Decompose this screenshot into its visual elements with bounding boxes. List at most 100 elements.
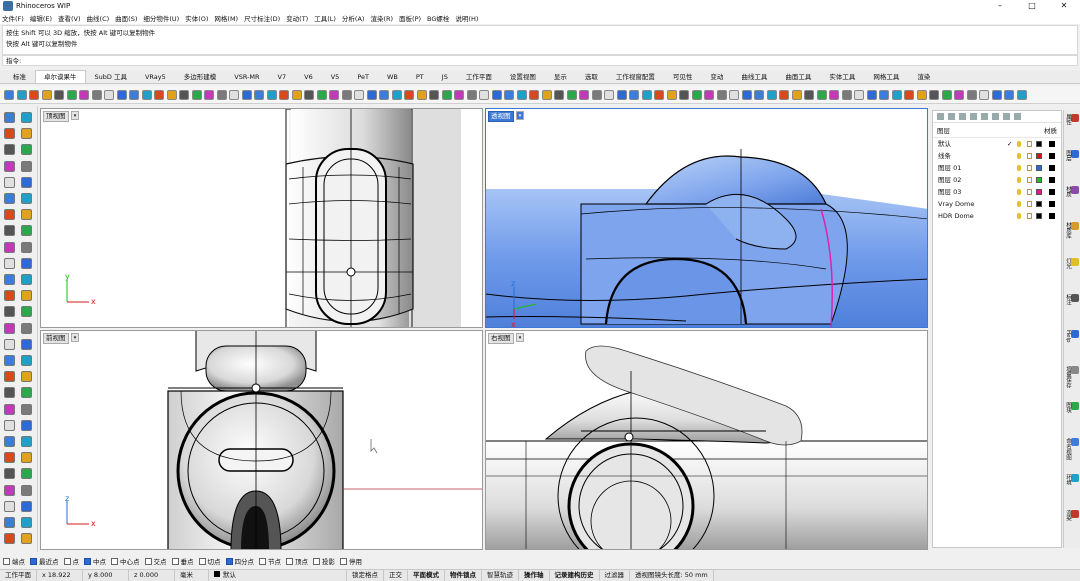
toolbar-tool-icon[interactable] xyxy=(429,89,439,100)
menu-item[interactable]: 变动(T) xyxy=(286,13,308,23)
side-tab[interactable]: 材质 xyxy=(1065,186,1079,197)
toolbar-tab[interactable]: PeT xyxy=(348,70,378,83)
toolbar-tool-icon[interactable] xyxy=(566,89,577,100)
menu-item[interactable]: 实体(O) xyxy=(185,13,208,23)
side-tab[interactable]: 材质库 xyxy=(1065,222,1079,239)
side-tab[interactable]: 渲染 xyxy=(1065,510,1079,521)
layer-material-swatch[interactable] xyxy=(1049,165,1055,171)
left-tool-icon[interactable] xyxy=(21,468,32,480)
lock-icon[interactable] xyxy=(1027,153,1032,159)
toolbar-tool-icon[interactable] xyxy=(629,89,639,100)
layer-material-swatch[interactable] xyxy=(1049,201,1055,207)
menu-item[interactable]: 曲面(S) xyxy=(115,13,137,23)
command-input[interactable]: 指令: xyxy=(2,55,1078,66)
toolbar-tool-icon[interactable] xyxy=(466,89,477,100)
toolbar-tool-icon[interactable] xyxy=(279,89,289,100)
toolbar-tool-icon[interactable] xyxy=(41,89,52,100)
left-tool-icon[interactable] xyxy=(21,112,32,123)
visibility-bulb-icon[interactable] xyxy=(1017,165,1021,171)
lock-icon[interactable] xyxy=(1027,177,1032,183)
layer-color-swatch[interactable] xyxy=(1036,153,1042,159)
toolbar-tool-icon[interactable] xyxy=(891,89,902,100)
left-tool-icon[interactable] xyxy=(21,500,32,512)
toolbar-tool-icon[interactable] xyxy=(4,89,14,100)
status-toggle[interactable]: 平面模式 xyxy=(408,570,445,581)
menu-item[interactable]: BG螺栓 xyxy=(427,13,449,23)
toolbar-tool-icon[interactable] xyxy=(716,89,727,100)
osnap-checkbox[interactable] xyxy=(84,557,91,565)
menu-item[interactable]: 查看(V) xyxy=(58,13,81,23)
toolbar-tool-icon[interactable] xyxy=(654,89,664,100)
new-layer-icon[interactable] xyxy=(937,113,944,120)
delete-layer-icon[interactable] xyxy=(959,113,966,120)
osnap-checkbox[interactable] xyxy=(286,557,293,565)
toolbar-tool-icon[interactable] xyxy=(829,89,839,100)
osnap-checkbox[interactable] xyxy=(225,557,233,565)
osnap-checkbox[interactable] xyxy=(313,557,320,565)
osnap-option[interactable]: 端点 xyxy=(3,556,25,566)
left-tool-icon[interactable] xyxy=(21,257,32,269)
toolbar-tool-icon[interactable] xyxy=(254,89,264,100)
left-tool-icon[interactable] xyxy=(21,403,32,415)
layer-color-swatch[interactable] xyxy=(1036,189,1042,195)
osnap-option[interactable]: 四分点 xyxy=(225,556,254,566)
toolbar-tool-icon[interactable] xyxy=(116,89,127,100)
status-toggle[interactable]: 过滤器 xyxy=(600,570,630,581)
status-cplane[interactable]: 工作平面 xyxy=(0,570,37,581)
status-toggle[interactable]: 物件锁点 xyxy=(445,570,482,581)
toolbar-tool-icon[interactable] xyxy=(141,89,152,100)
chevron-down-icon[interactable]: ▾ xyxy=(516,333,524,342)
toolbar-tool-icon[interactable] xyxy=(291,89,302,100)
osnap-checkbox[interactable] xyxy=(144,557,152,565)
left-tool-icon[interactable] xyxy=(4,128,15,140)
side-tab[interactable]: 属性 xyxy=(1065,114,1079,125)
toolbar-tab[interactable]: 可见性 xyxy=(664,70,702,83)
toolbar-tab[interactable]: 选取 xyxy=(576,70,607,83)
osnap-option[interactable]: 交点 xyxy=(144,556,167,566)
toolbar-tab[interactable]: 卓尔谟果牛 xyxy=(35,70,86,83)
toolbar-tool-icon[interactable] xyxy=(529,89,539,100)
left-tool-icon[interactable] xyxy=(21,387,32,399)
toolbar-tool-icon[interactable] xyxy=(954,89,964,100)
toolbar-tool-icon[interactable] xyxy=(166,89,177,100)
left-tool-icon[interactable] xyxy=(21,306,32,318)
left-tool-icon[interactable] xyxy=(4,436,15,447)
left-tool-icon[interactable] xyxy=(21,371,32,383)
layer-color-swatch[interactable] xyxy=(1036,213,1042,219)
osnap-option[interactable]: 垂点 xyxy=(171,556,194,566)
left-tool-icon[interactable] xyxy=(4,500,15,512)
osnap-option[interactable]: 中点 xyxy=(84,556,106,566)
toolbar-tab[interactable]: 曲线工具 xyxy=(732,70,776,83)
left-tool-icon[interactable] xyxy=(21,419,32,431)
toolbar-tool-icon[interactable] xyxy=(504,89,514,100)
osnap-checkbox[interactable] xyxy=(111,557,118,565)
left-tool-icon[interactable] xyxy=(4,419,15,431)
left-tool-icon[interactable] xyxy=(4,322,15,334)
toolbar-tool-icon[interactable] xyxy=(441,89,452,100)
left-tool-icon[interactable] xyxy=(21,274,32,285)
left-tool-icon[interactable] xyxy=(21,533,32,545)
osnap-option[interactable]: 最近点 xyxy=(30,556,59,566)
toolbar-tool-icon[interactable] xyxy=(991,89,1002,100)
toolbar-tool-icon[interactable] xyxy=(804,89,814,100)
menu-item[interactable]: 文件(F) xyxy=(2,13,24,23)
visibility-bulb-icon[interactable] xyxy=(1017,213,1021,219)
lock-icon[interactable] xyxy=(1027,165,1032,171)
close-button[interactable]: ✕ xyxy=(1048,0,1080,12)
toolbar-tab[interactable]: SubD 工具 xyxy=(86,70,136,83)
left-tool-icon[interactable] xyxy=(21,290,32,302)
toolbar-tool-icon[interactable] xyxy=(729,89,739,100)
toolbar-tab[interactable]: 显示 xyxy=(545,70,576,83)
layer-color-swatch[interactable] xyxy=(1036,201,1042,207)
toolbar-tab[interactable]: 工作平面 xyxy=(457,70,501,83)
left-tool-icon[interactable] xyxy=(4,338,15,350)
toolbar-tool-icon[interactable] xyxy=(404,89,414,100)
toolbar-tool-icon[interactable] xyxy=(1004,89,1014,100)
toolbar-tool-icon[interactable] xyxy=(454,89,464,100)
viewport-front[interactable]: 前视图 ▾ z x xyxy=(40,330,483,550)
toolbar-tool-icon[interactable] xyxy=(691,89,702,100)
left-tool-icon[interactable] xyxy=(4,371,15,383)
viewport-label[interactable]: 前视图 xyxy=(43,333,69,344)
toolbar-tool-icon[interactable] xyxy=(129,89,139,100)
toolbar-tool-icon[interactable] xyxy=(966,89,977,100)
